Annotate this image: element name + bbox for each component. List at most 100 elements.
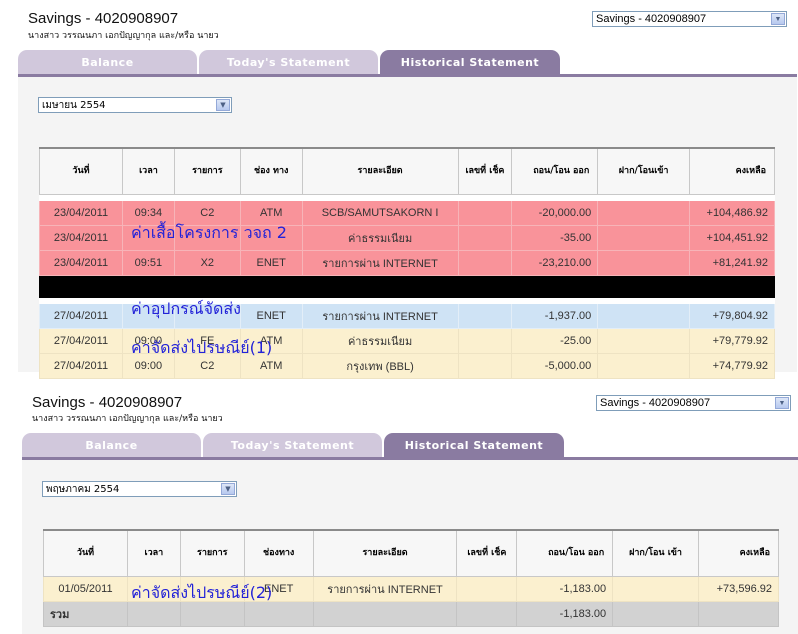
cell-time (126, 575, 181, 602)
chevron-down-icon[interactable]: ▼ (221, 483, 235, 495)
table-row: 23/04/2011 09:34 C2 ATM SCB/SAMUTSAKORN … (39, 199, 776, 226)
total-empty-cell (612, 600, 699, 627)
cell-cheque (457, 224, 513, 251)
cell-withdraw: -5,000.00 (511, 352, 599, 379)
cell-detail: ค่าธรรมเนียม (301, 224, 459, 251)
cell-date: 23/04/2011 (39, 249, 123, 276)
cell-detail: รายการผ่าน INTERNET (301, 249, 459, 276)
cell-withdraw: -25.00 (511, 327, 599, 354)
header-time[interactable]: เวลา (126, 529, 181, 577)
cell-type (179, 575, 245, 602)
cell-channel (239, 224, 303, 251)
header-deposit[interactable]: ฝาก/โอนเข้า (597, 147, 690, 195)
tab-bar: Balance Today's Statement Historical Sta… (18, 50, 560, 75)
cell-deposit (597, 249, 690, 276)
cell-detail: SCB/SAMUTSAKORN I (301, 199, 459, 226)
cell-balance: +79,804.92 (688, 302, 776, 329)
cell-cheque (456, 575, 518, 602)
header-channel[interactable]: ช่องทาง (243, 529, 314, 577)
cell-balance: +104,486.92 (688, 199, 776, 226)
table-row: 01/05/2011 ENET รายการผ่าน INTERNET -1,1… (43, 575, 780, 602)
account-title: Savings - 4020908907 (32, 394, 183, 411)
account-select-value: Savings - 4020908907 (600, 397, 711, 409)
header-date[interactable]: วันที่ (43, 529, 128, 577)
cell-time: 09:00 (121, 352, 175, 379)
month-select[interactable]: เมษายน 2554 ▼ (38, 97, 232, 113)
cell-time: 09:00 (121, 327, 175, 354)
statement-panel-may: Savings - 4020908907 นางสาว วรรณนภา เอกป… (0, 386, 798, 634)
table-header-row: วันที่ เวลา รายการ ช่องทาง รายละเอียด เล… (43, 529, 780, 577)
header-detail[interactable]: รายละเอียด (301, 147, 459, 195)
header-deposit[interactable]: ฝาก/โอน เข้า (612, 529, 699, 577)
cell-detail: รายการผ่าน INTERNET (312, 575, 458, 602)
header-balance[interactable]: คงเหลือ (697, 529, 780, 577)
cell-type: C2 (173, 352, 241, 379)
tab-historical-statement[interactable]: Historical Statement (380, 50, 560, 75)
cell-withdraw: -23,210.00 (511, 249, 599, 276)
cell-time: 09:34 (121, 199, 175, 226)
header-cheque[interactable]: เลขที่ เช็ค (457, 147, 513, 195)
cell-date: 23/04/2011 (39, 224, 123, 251)
header-detail[interactable]: รายละเอียด (312, 529, 458, 577)
cell-type: X2 (173, 249, 241, 276)
cell-deposit (597, 224, 690, 251)
cell-cheque (457, 327, 513, 354)
table-row: 27/04/2011 09:00 FE ATM ค่าธรรมเนียม -25… (39, 327, 776, 354)
chevron-down-icon[interactable]: ▼ (775, 397, 789, 409)
tab-bar: Balance Today's Statement Historical Sta… (22, 433, 564, 458)
header-withdraw[interactable]: ถอน/โอน ออก (511, 147, 599, 195)
cell-time (121, 302, 175, 329)
chevron-down-icon[interactable]: ▼ (216, 99, 230, 111)
cell-type (173, 224, 241, 251)
chevron-down-icon[interactable]: ▼ (771, 13, 785, 25)
month-select-value: พฤษภาคม 2554 (46, 484, 120, 495)
cell-date: 27/04/2011 (39, 302, 123, 329)
cell-type: C2 (173, 199, 241, 226)
statement-panel-april: Savings - 4020908907 นางสาว วรรณนภา เอกป… (0, 0, 798, 379)
header-withdraw[interactable]: ถอน/โอน ออก (516, 529, 614, 577)
tab-historical-statement[interactable]: Historical Statement (384, 433, 564, 458)
cell-date: 23/04/2011 (39, 199, 123, 226)
tab-todays-statement[interactable]: Today's Statement (199, 50, 378, 75)
account-select[interactable]: Savings - 4020908907 ▼ (596, 395, 791, 411)
header-type[interactable]: รายการ (179, 529, 245, 577)
cell-channel: ENET (243, 575, 314, 602)
tab-balance[interactable]: Balance (18, 50, 197, 75)
cell-date: 01/05/2011 (43, 575, 128, 602)
cell-time (121, 224, 175, 251)
account-owner: นางสาว วรรณนภา เอกปัญญากุล และ/หรือ นายว (28, 31, 219, 41)
total-label: รวม (43, 600, 128, 627)
total-empty-cell (243, 600, 314, 627)
header-balance[interactable]: คงเหลือ (688, 147, 776, 195)
statement-table: วันที่ เวลา รายการ ช่อง ทาง รายละเอียด เ… (39, 147, 776, 379)
month-select[interactable]: พฤษภาคม 2554 ▼ (42, 481, 237, 497)
total-empty-cell (179, 600, 245, 627)
tab-todays-statement[interactable]: Today's Statement (203, 433, 382, 458)
account-select[interactable]: Savings - 4020908907 ▼ (592, 11, 787, 27)
cell-deposit (597, 352, 690, 379)
header-date[interactable]: วันที่ (39, 147, 123, 195)
cell-withdraw: -1,937.00 (511, 302, 599, 329)
cell-cheque (457, 352, 513, 379)
cell-withdraw: -35.00 (511, 224, 599, 251)
table-row: 23/04/2011 ค่าธรรมเนียม -35.00 +104,451.… (39, 224, 776, 251)
table-header-row: วันที่ เวลา รายการ ช่อง ทาง รายละเอียด เ… (39, 147, 776, 195)
cell-cheque (457, 302, 513, 329)
header-cheque[interactable]: เลขที่ เช็ค (456, 529, 518, 577)
month-select-value: เมษายน 2554 (42, 100, 106, 111)
cell-balance: +81,241.92 (688, 249, 776, 276)
header-type[interactable]: รายการ (173, 147, 241, 195)
cell-balance: +74,779.92 (688, 352, 776, 379)
header-time[interactable]: เวลา (121, 147, 175, 195)
cell-cheque (457, 199, 513, 226)
total-row: รวม -1,183.00 (43, 600, 780, 627)
account-select-value: Savings - 4020908907 (596, 13, 707, 25)
table-row: 27/04/2011 ENET รายการผ่าน INTERNET -1,9… (39, 302, 776, 329)
cell-date: 27/04/2011 (39, 352, 123, 379)
total-empty-cell (456, 600, 518, 627)
total-withdraw: -1,183.00 (516, 600, 614, 627)
cell-date: 27/04/2011 (39, 327, 123, 354)
header-channel[interactable]: ช่อง ทาง (239, 147, 303, 195)
account-owner: นางสาว วรรณนภา เอกปัญญากุล และ/หรือ นายว (32, 414, 223, 424)
tab-balance[interactable]: Balance (22, 433, 201, 458)
